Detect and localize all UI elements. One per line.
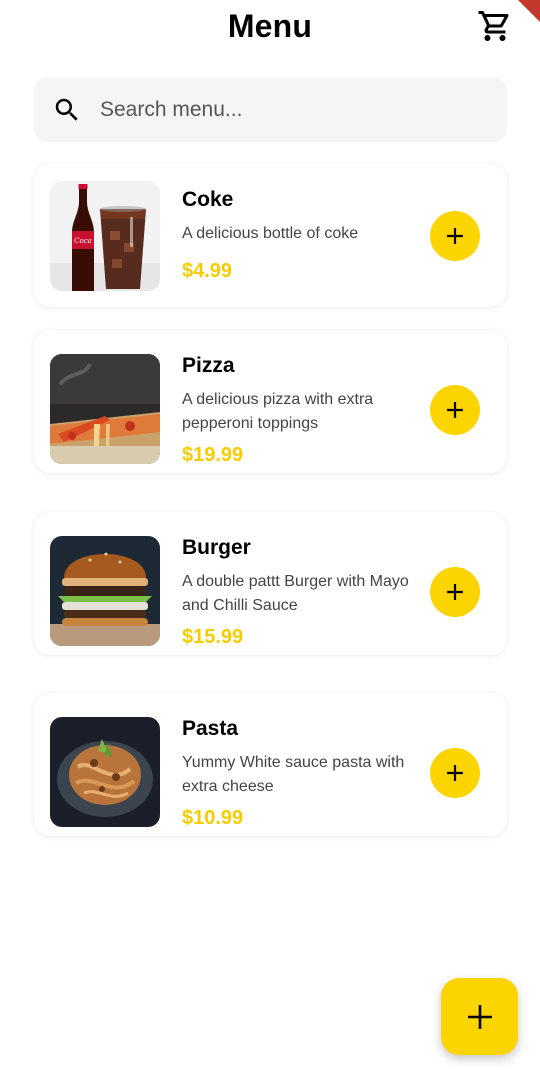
plus-icon [467,1004,492,1029]
page-title: Menu [227,8,313,44]
svg-text:Coca: Coca [74,237,92,245]
item-name: Coke [182,188,234,211]
search-icon [55,98,78,121]
app-bar: Menu [0,0,540,56]
item-name: Pasta [182,717,239,740]
item-price: $4.99 [182,260,233,282]
menu-item-card[interactable]: Burger A double pattt Burger with Mayo a… [34,512,507,655]
item-price: $15.99 [182,626,244,648]
burger-image [50,536,160,646]
add-to-cart-button[interactable] [430,567,480,617]
plus-icon [447,228,463,244]
plus-icon [447,402,463,418]
menu-screen: Menu Coca [0,0,540,1070]
search-input[interactable] [100,97,480,122]
item-price: $19.99 [182,444,244,466]
add-to-cart-button[interactable] [430,385,480,435]
item-description: Yummy White sauce pasta with extra chees… [182,754,405,795]
menu-item-card[interactable]: Coca Coke A delicious bottle of coke $4.… [34,164,507,307]
item-name: Pizza [182,354,235,377]
cart-button[interactable] [476,6,514,46]
add-item-fab[interactable] [441,978,518,1055]
item-name: Burger [182,536,251,559]
plus-icon [447,584,463,600]
pasta-image [50,717,160,827]
menu-item-card[interactable]: Pasta Yummy White sauce pasta with extra… [34,693,507,836]
plus-icon [447,765,463,781]
add-to-cart-button[interactable] [430,211,480,261]
search-bar[interactable] [34,77,507,142]
debug-banner [518,0,540,22]
item-price: $10.99 [182,807,244,829]
item-description: A double pattt Burger with Mayo and Chil… [182,573,409,614]
shopping-cart-icon [478,11,509,41]
item-description: A delicious pizza with extra pepperoni t… [182,391,374,432]
pizza-image [50,354,160,464]
item-description: A delicious bottle of coke [182,225,359,242]
coke-image: Coca [50,181,160,291]
menu-item-card[interactable]: Pizza A delicious pizza with extra peppe… [34,330,507,473]
add-to-cart-button[interactable] [430,748,480,798]
